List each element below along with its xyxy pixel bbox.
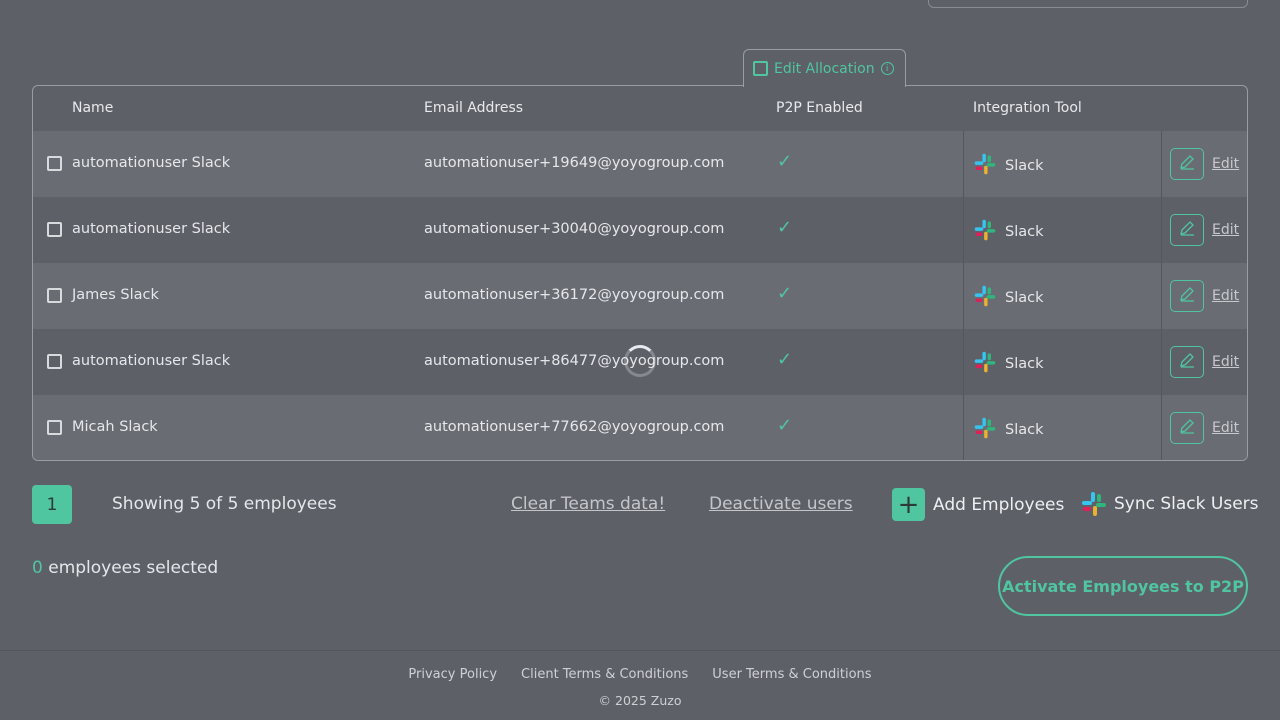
showing-count: Showing 5 of 5 employees <box>112 494 337 514</box>
header-email[interactable]: Email Address <box>424 100 523 116</box>
column-divider <box>963 131 964 197</box>
header-p2p[interactable]: P2P Enabled <box>776 100 863 116</box>
row-checkbox[interactable] <box>47 288 62 303</box>
employees-selected: 0 employees selected <box>32 558 218 578</box>
table-row: Micah Slack automationuser+77662@yoyogrou… <box>33 395 1247 460</box>
table-row: automationuser Slack automationuser+19649… <box>33 131 1247 197</box>
pagination-page-1[interactable]: 1 <box>32 485 72 524</box>
user-terms-link[interactable]: User Terms & Conditions <box>712 667 871 682</box>
header-integration-tool[interactable]: Integration Tool <box>973 100 1082 116</box>
employee-name: automationuser Slack <box>72 353 231 369</box>
employee-name: James Slack <box>72 287 159 303</box>
integration-tool-label: Slack <box>1005 422 1044 438</box>
integration-tool-label: Slack <box>1005 356 1044 372</box>
edit-link[interactable]: Edit <box>1212 222 1239 238</box>
edit-button[interactable] <box>1170 280 1204 312</box>
integration-tool: Slack <box>973 350 1044 378</box>
sync-slack-users-button[interactable]: Sync Slack Users <box>1080 490 1259 518</box>
clear-teams-link[interactable]: Clear Teams data! <box>511 494 665 514</box>
check-icon: ✓ <box>777 217 793 238</box>
integration-tool-label: Slack <box>1005 158 1044 174</box>
add-employees-label: Add Employees <box>933 494 1065 515</box>
employee-email: automationuser+36172@yoyogroup.com <box>424 287 725 303</box>
plus-icon: + <box>892 488 925 521</box>
deactivate-users-link[interactable]: Deactivate users <box>709 494 853 514</box>
employee-email: automationuser+19649@yoyogroup.com <box>424 155 725 171</box>
loading-spinner <box>624 345 656 377</box>
check-icon: ✓ <box>777 415 793 436</box>
slack-icon <box>973 416 997 444</box>
edit-link[interactable]: Edit <box>1212 420 1239 436</box>
pencil-icon <box>1177 152 1197 176</box>
employee-name: Micah Slack <box>72 419 158 435</box>
check-icon: ✓ <box>777 283 793 304</box>
column-divider <box>963 263 964 329</box>
row-checkbox[interactable] <box>47 354 62 369</box>
edit-button[interactable] <box>1170 346 1204 378</box>
integration-tool: Slack <box>973 416 1044 444</box>
pencil-icon <box>1177 218 1197 242</box>
selected-label: employees selected <box>42 558 219 578</box>
column-divider <box>963 329 964 395</box>
employee-email: automationuser+77662@yoyogroup.com <box>424 419 725 435</box>
edit-button[interactable] <box>1170 412 1204 444</box>
employee-name: automationuser Slack <box>72 221 231 237</box>
table-header: Name Email Address P2P Enabled Integrati… <box>33 86 1247 131</box>
slack-icon <box>973 284 997 312</box>
footer-links: Privacy Policy Client Terms & Conditions… <box>0 667 1280 682</box>
table-row: James Slack automationuser+36172@yoyogrou… <box>33 263 1247 329</box>
add-employees-button[interactable]: + Add Employees <box>892 488 1064 521</box>
column-divider <box>963 197 964 263</box>
activate-employees-button[interactable]: Activate Employees to P2P <box>998 556 1248 616</box>
privacy-policy-link[interactable]: Privacy Policy <box>408 667 497 682</box>
column-divider <box>1161 131 1162 197</box>
slack-icon <box>973 152 997 180</box>
integration-tool: Slack <box>973 284 1044 312</box>
column-divider <box>1161 197 1162 263</box>
employees-table: Name Email Address P2P Enabled Integrati… <box>32 85 1248 461</box>
search-box-edge[interactable] <box>928 0 1248 8</box>
header-name[interactable]: Name <box>72 100 113 116</box>
slack-icon <box>973 350 997 378</box>
edit-button[interactable] <box>1170 148 1204 180</box>
row-checkbox[interactable] <box>47 156 62 171</box>
check-icon: ✓ <box>777 151 793 172</box>
sync-slack-users-label: Sync Slack Users <box>1114 494 1259 514</box>
footer-divider <box>0 650 1280 651</box>
edit-allocation-checkbox[interactable] <box>753 61 768 76</box>
integration-tool: Slack <box>973 218 1044 246</box>
column-divider <box>1161 263 1162 329</box>
column-divider <box>1161 395 1162 460</box>
employee-email: automationuser+86477@yoyogroup.com <box>424 353 725 369</box>
edit-link[interactable]: Edit <box>1212 354 1239 370</box>
employee-name: automationuser Slack <box>72 155 231 171</box>
pencil-icon <box>1177 284 1197 308</box>
copyright: © 2025 Zuzo <box>598 693 682 708</box>
table-row: automationuser Slack automationuser+30040… <box>33 197 1247 263</box>
edit-button[interactable] <box>1170 214 1204 246</box>
pencil-icon <box>1177 350 1197 374</box>
integration-tool-label: Slack <box>1005 290 1044 306</box>
slack-icon <box>973 218 997 246</box>
edit-link[interactable]: Edit <box>1212 156 1239 172</box>
edit-allocation-label: Edit Allocation <box>774 60 875 77</box>
client-terms-link[interactable]: Client Terms & Conditions <box>521 667 688 682</box>
row-checkbox[interactable] <box>47 420 62 435</box>
integration-tool: Slack <box>973 152 1044 180</box>
integration-tool-label: Slack <box>1005 224 1044 240</box>
info-icon[interactable]: i <box>880 62 894 75</box>
row-checkbox[interactable] <box>47 222 62 237</box>
selected-count: 0 <box>32 558 43 578</box>
employee-email: automationuser+30040@yoyogroup.com <box>424 221 725 237</box>
check-icon: ✓ <box>777 349 793 370</box>
slack-icon <box>1082 492 1106 516</box>
edit-link[interactable]: Edit <box>1212 288 1239 304</box>
pencil-icon <box>1177 416 1197 440</box>
column-divider <box>1161 329 1162 395</box>
column-divider <box>963 395 964 460</box>
edit-allocation-tab[interactable]: Edit Allocation i <box>743 49 906 87</box>
